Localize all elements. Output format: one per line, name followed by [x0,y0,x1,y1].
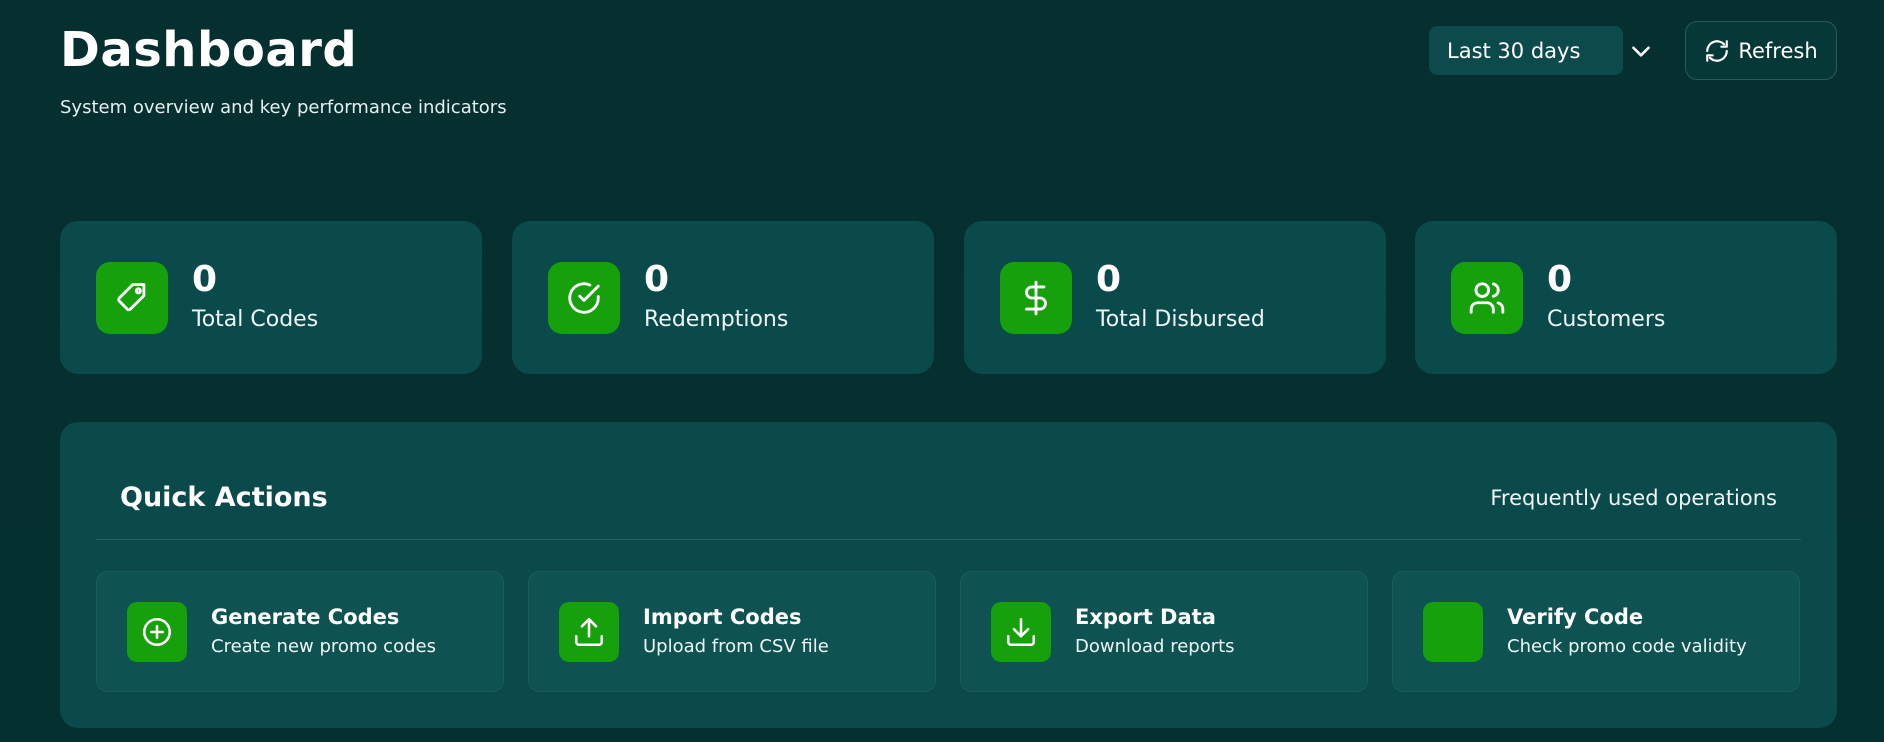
date-range-select[interactable]: Last 30 days [1429,26,1623,75]
stat-label: Redemptions [644,307,789,332]
dollar-icon [1000,262,1072,334]
verify-code-action[interactable]: Verify Code Check promo code validity [1392,571,1800,692]
users-icon [1451,262,1523,334]
stat-card-total-disbursed: 0 Total Disbursed [964,221,1386,374]
refresh-label: Refresh [1738,38,1818,63]
stat-value: 0 [1547,259,1573,300]
action-description: Download reports [1075,636,1235,657]
stat-value: 0 [1096,259,1122,300]
page-title: Dashboard [60,22,358,78]
stat-value: 0 [192,259,218,300]
refresh-icon [1706,39,1729,62]
action-title: Import Codes [643,605,802,629]
quick-actions-subtitle: Frequently used operations [1490,486,1777,510]
stat-value: 0 [644,259,670,300]
upload-icon [559,602,619,662]
quick-actions-title: Quick Actions [120,482,328,513]
verify-icon [1423,602,1483,662]
stat-card-redemptions: 0 Redemptions [512,221,934,374]
stat-card-total-codes: 0 Total Codes [60,221,482,374]
action-description: Create new promo codes [211,636,436,657]
action-title: Export Data [1075,605,1216,629]
export-data-action[interactable]: Export Data Download reports [960,571,1368,692]
generate-codes-action[interactable]: Generate Codes Create new promo codes [96,571,504,692]
action-title: Generate Codes [211,605,400,629]
refresh-button[interactable]: Refresh [1685,21,1837,80]
stat-label: Total Codes [192,307,319,332]
import-codes-action[interactable]: Import Codes Upload from CSV file [528,571,936,692]
plus-circle-icon [127,602,187,662]
tag-icon [96,262,168,334]
stat-card-customers: 0 Customers [1415,221,1837,374]
action-description: Upload from CSV file [643,636,829,657]
action-title: Verify Code [1507,605,1644,629]
chevron-down-icon[interactable] [1628,38,1654,64]
dashboard-page: Dashboard System overview and key perfor… [0,0,1884,742]
quick-actions-panel: Quick Actions Frequently used operations… [60,422,1837,728]
divider [96,539,1801,540]
check-circle-icon [548,262,620,334]
action-description: Check promo code validity [1507,636,1747,657]
stat-label: Customers [1547,307,1666,332]
stat-label: Total Disbursed [1096,307,1265,332]
page-subtitle: System overview and key performance indi… [60,97,507,118]
date-range-value: Last 30 days [1447,38,1581,63]
download-icon [991,602,1051,662]
